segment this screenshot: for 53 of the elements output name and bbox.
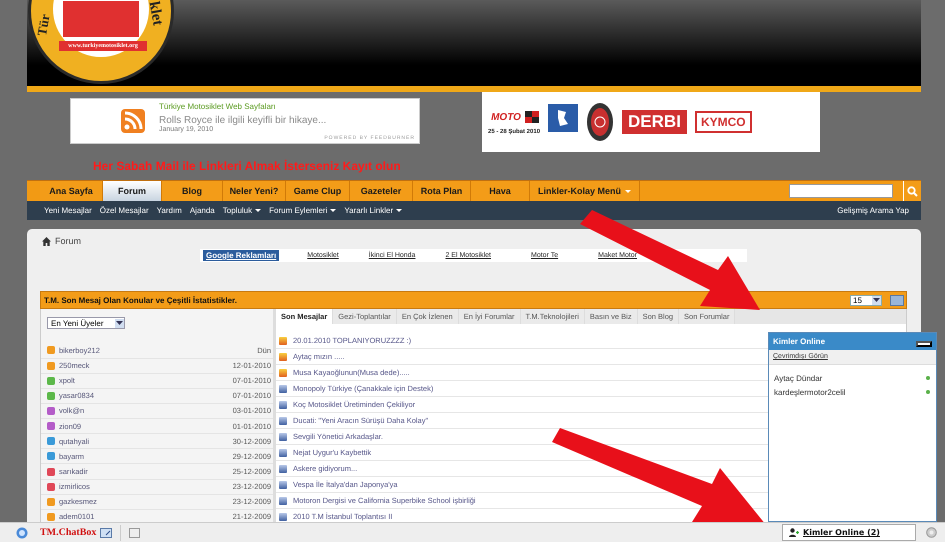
panel-title: Kimler Online (773, 337, 826, 346)
brand-logo: DERBI (622, 110, 687, 134)
count-value: 15 (853, 296, 862, 304)
search-button[interactable] (903, 181, 921, 201)
nav-tab[interactable]: Gazeteler (350, 181, 413, 201)
nav-tab[interactable]: Hava (471, 181, 530, 201)
user-add-icon (789, 528, 799, 537)
nav-tab[interactable]: Linkler-Kolay Menü (530, 181, 640, 201)
logo-arc-text: klet (144, 0, 166, 27)
search-icon (907, 186, 918, 196)
nav-tab[interactable]: Neler Yeni? (223, 181, 286, 201)
sub-nav-link[interactable]: Yararlı Linkler (344, 206, 402, 215)
online-user[interactable]: Aytaç Dündar (774, 371, 930, 385)
select-value: En Yeni Üyeler (51, 318, 104, 328)
window-icon[interactable] (100, 528, 112, 538)
sub-nav-link[interactable]: Yeni Mesajlar (44, 206, 92, 215)
ad-links-heading: Google Reklamları (203, 250, 280, 261)
rss-icon (121, 109, 145, 133)
settings-icon[interactable] (926, 527, 937, 538)
count-select[interactable]: 15 (850, 294, 882, 306)
round-emblem-icon (586, 102, 614, 142)
section-title: T.M. Son Mesaj Olan Konular ve Çeşitli İstatistikler. (44, 296, 238, 304)
members-select[interactable]: En Yeni Üyeler (47, 317, 125, 330)
logo-arc-text: Tür (34, 12, 54, 38)
sub-nav-link[interactable]: Ajanda (190, 206, 215, 215)
breadcrumb-link[interactable]: Forum (55, 236, 82, 246)
nav-tab[interactable]: Rota Plan (413, 181, 471, 201)
home-icon[interactable] (42, 236, 51, 246)
nav-tab[interactable]: Game Clup (286, 181, 350, 201)
feed-title[interactable]: Türkiye Motosiklet Web Sayfaları (159, 102, 326, 111)
online-users-tab[interactable]: Kimler Online (2) (782, 524, 916, 541)
chat-globe-icon[interactable] (16, 526, 28, 538)
feed-headline[interactable]: Rolls Royce ile ilgili keyifli bir hikaye... (159, 115, 326, 126)
user-name[interactable]: Aytaç Dündar (774, 374, 822, 382)
sub-nav-link[interactable]: Forum Eylemleri (269, 206, 336, 215)
checkered-flag-icon (524, 111, 539, 123)
online-user[interactable]: kardeşlermotor2celil (774, 385, 930, 399)
sub-nav-link[interactable]: Topluluk (222, 206, 262, 215)
window-icon[interactable] (129, 528, 140, 538)
nav-tab[interactable]: Ana Sayfa (40, 181, 103, 201)
collapse-button[interactable] (890, 294, 904, 306)
user-name[interactable]: kardeşlermotor2celil (774, 388, 846, 396)
brand-logo: KYMCO (694, 111, 752, 133)
nav-tab[interactable]: Blog (162, 181, 223, 201)
dropdown-caret-icon (115, 318, 124, 328)
chatbox-title[interactable]: TM.ChatBox (40, 527, 96, 538)
sub-nav-link[interactable]: Özel Mesajlar (100, 206, 149, 215)
sub-nav-link[interactable]: Yardım (156, 206, 182, 215)
dropdown-caret-icon (872, 296, 881, 304)
search-field[interactable] (789, 184, 893, 198)
advanced-search-link[interactable]: Gelişmiş Arama Yap (837, 206, 909, 215)
nav-tab[interactable]: Forum (103, 181, 162, 201)
minimize-button[interactable] (916, 340, 932, 346)
